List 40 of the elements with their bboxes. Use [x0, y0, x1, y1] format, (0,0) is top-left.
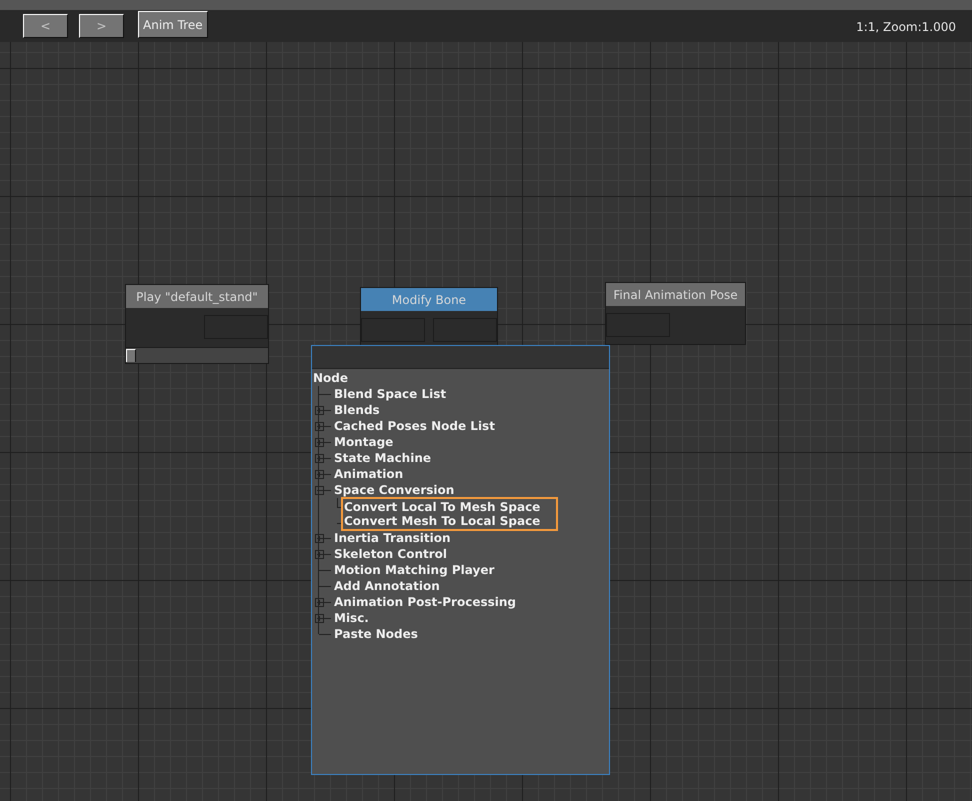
toolbar-button[interactable]: Anim Tree	[138, 11, 208, 38]
menu-item[interactable]: State Machine	[331, 450, 434, 466]
menu-item[interactable]: Skeleton Control	[331, 546, 450, 562]
expand-icon[interactable]	[315, 406, 324, 415]
expand-icon[interactable]	[315, 470, 324, 479]
pin-slot	[204, 315, 268, 339]
slider-thumb[interactable]	[126, 349, 136, 362]
expand-icon[interactable]	[315, 422, 324, 431]
expand-icon[interactable]	[315, 438, 324, 447]
graph-node[interactable]: Final Animation Pose	[605, 282, 746, 345]
node-title: Play "default_stand"	[126, 285, 268, 308]
zoom-label: 1:1, Zoom:1.000	[856, 20, 956, 34]
tree-root: Node	[313, 370, 350, 386]
pin-slot	[361, 318, 425, 342]
progress-bar[interactable]	[126, 347, 268, 363]
collapse-icon[interactable]	[315, 486, 324, 495]
menu-item[interactable]: Misc.	[331, 610, 372, 626]
menu-item[interactable]: Add Annotation	[331, 578, 443, 594]
menu-item[interactable]: Cached Poses Node List	[331, 418, 498, 434]
menu-item[interactable]: Inertia Transition	[331, 530, 454, 546]
menu-item[interactable]: Motion Matching Player	[331, 562, 498, 578]
menu-item[interactable]: Animation	[331, 466, 406, 482]
menu-item[interactable]: Montage	[331, 434, 396, 450]
expand-icon[interactable]	[315, 598, 324, 607]
node-title: Final Animation Pose	[606, 283, 745, 306]
menu-item[interactable]: Animation Post-Processing	[331, 594, 519, 610]
menu-item[interactable]: Paste Nodes	[331, 626, 421, 642]
expand-icon[interactable]	[315, 614, 324, 623]
expand-icon[interactable]	[315, 454, 324, 463]
menu-item[interactable]: Convert Local To Mesh Space	[341, 497, 558, 515]
menu-item[interactable]: Space Conversion	[331, 482, 458, 498]
menu-item[interactable]: Convert Mesh To Local Space	[341, 513, 558, 531]
node-title: Modify Bone	[361, 288, 497, 311]
graph-node[interactable]: Play "default_stand"	[125, 284, 269, 364]
menu-item[interactable]: Blend Space List	[331, 386, 450, 402]
expand-icon[interactable]	[315, 550, 324, 559]
pin-slot	[606, 313, 670, 337]
pin-slot	[433, 318, 497, 342]
menu-item[interactable]: Blends	[331, 402, 383, 418]
expand-icon[interactable]	[315, 534, 324, 543]
